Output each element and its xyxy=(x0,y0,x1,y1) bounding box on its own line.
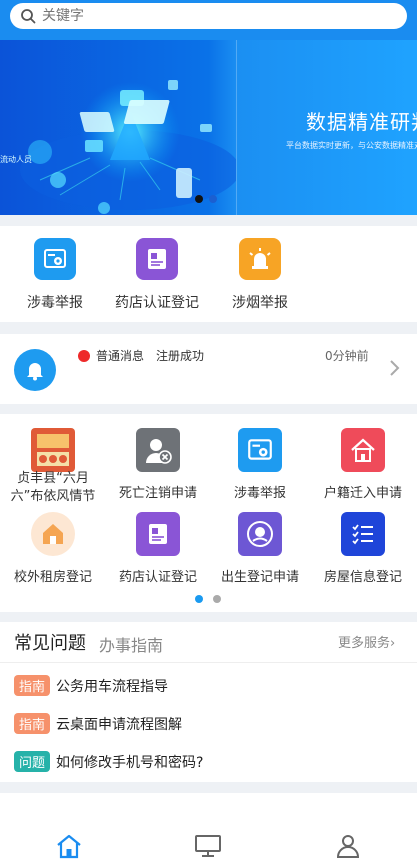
notice-message: 普通消息 注册成功 xyxy=(78,347,204,364)
banner-dot-1[interactable] xyxy=(195,195,203,203)
quick-service-label: 药店认证登记 xyxy=(115,295,199,311)
faq-tag: 指南 xyxy=(14,675,51,696)
camera-report-icon xyxy=(238,428,282,472)
search-bar[interactable] xyxy=(10,3,407,29)
id-card-icon xyxy=(136,512,180,556)
monitor-icon xyxy=(195,835,221,857)
grid-service-label: 死亡注销申请 xyxy=(118,486,197,501)
alarm-light-icon xyxy=(239,238,281,280)
id-card-icon xyxy=(136,238,178,280)
notice-card[interactable]: 普通消息 注册成功 0分钟前 xyxy=(0,334,417,404)
grid-service-house-info[interactable]: 房屋信息登记 xyxy=(311,512,415,585)
header-area: 流动人员 数据精准研判 平台数据实时更新，与公安数据精准对接 xyxy=(0,0,417,215)
grid-service-label: 贞丰县“六月六”布依风情节 xyxy=(10,471,96,504)
grid-service-pharmacy[interactable]: 药店认证登记 xyxy=(106,512,210,585)
quick-service-drug-report[interactable]: 涉毒举报 xyxy=(5,238,105,312)
faq-text: 云桌面申请流程图解 xyxy=(56,716,183,733)
faq-tag: 指南 xyxy=(14,713,51,734)
grid-service-rental[interactable]: 校外租房登记 xyxy=(1,512,105,585)
bell-icon xyxy=(14,349,56,391)
banner-subtext: 平台数据实时更新，与公安数据精准对接 xyxy=(286,141,417,150)
grid-dot-1[interactable] xyxy=(195,595,203,603)
faq-item[interactable]: 指南 公务用车流程指导 xyxy=(14,675,168,696)
person-cancel-icon xyxy=(136,428,180,472)
notice-time: 0分钟前 xyxy=(325,349,369,363)
grid-service-drug-report[interactable]: 涉毒举报 xyxy=(208,428,312,501)
banner-headline: 数据精准研判 xyxy=(306,110,417,134)
camera-report-icon xyxy=(34,238,76,280)
quick-service-tobacco-report[interactable]: 涉烟举报 xyxy=(210,238,310,312)
faq-section: 常见问题 办事指南 更多服务› 指南 公务用车流程指导 指南 云桌面申请流程图解… xyxy=(0,622,417,782)
banner-pagination[interactable] xyxy=(195,195,217,203)
quick-service-pharmacy[interactable]: 药店认证登记 xyxy=(107,238,207,312)
notice-text: 注册成功 xyxy=(156,349,205,363)
banner-illustration xyxy=(20,80,236,214)
grid-service-festival[interactable]: 贞丰县“六月六”布依风情节 xyxy=(1,428,105,506)
notice-type: 普通消息 xyxy=(96,349,145,363)
quick-services: 涉毒举报 药店认证登记 涉烟举报 xyxy=(0,226,417,322)
house-move-icon xyxy=(341,428,385,472)
user-icon xyxy=(336,835,360,858)
checklist-icon xyxy=(341,512,385,556)
grid-service-label: 药店认证登记 xyxy=(118,570,197,585)
tab-services[interactable] xyxy=(193,831,223,861)
unread-dot xyxy=(78,349,90,362)
faq-text: 公务用车流程指导 xyxy=(56,678,169,695)
more-services-link[interactable]: 更多服务› xyxy=(338,632,395,651)
banner-dot-2[interactable] xyxy=(209,195,217,203)
grid-service-label: 房屋信息登记 xyxy=(323,570,402,585)
faq-tag: 问题 xyxy=(14,751,51,772)
tab-guide[interactable]: 办事指南 xyxy=(99,632,163,656)
grid-service-label: 出生登记申请 xyxy=(220,570,299,585)
grid-service-death-cancel[interactable]: 死亡注销申请 xyxy=(106,428,210,501)
banner-side-label: 流动人员 xyxy=(0,155,32,164)
tab-home[interactable] xyxy=(54,831,84,861)
quick-service-label: 涉毒举报 xyxy=(27,295,83,311)
chevron-right-icon[interactable] xyxy=(388,359,400,377)
faq-text: 如何修改手机号和密码? xyxy=(56,754,204,771)
grid-pagination[interactable] xyxy=(195,595,221,603)
divider xyxy=(0,662,417,663)
tab-profile[interactable] xyxy=(333,831,363,861)
search-icon xyxy=(21,9,36,24)
grid-dot-2[interactable] xyxy=(213,595,221,603)
banner-divider xyxy=(236,40,237,215)
faq-item[interactable]: 指南 云桌面申请流程图解 xyxy=(14,713,182,734)
grid-service-label: 校外租房登记 xyxy=(13,570,92,585)
service-grid: 贞丰县“六月六”布依风情节 死亡注销申请 涉毒举报 户籍迁入申请 校外租房登记 … xyxy=(0,414,417,612)
quick-service-label: 涉烟举报 xyxy=(232,295,288,311)
search-input[interactable] xyxy=(42,8,342,24)
faq-item[interactable]: 问题 如何修改手机号和密码? xyxy=(14,751,203,772)
grid-service-birth[interactable]: 出生登记申请 xyxy=(208,512,312,585)
bottom-tab-bar xyxy=(0,793,417,866)
grid-service-label: 涉毒举报 xyxy=(233,486,286,501)
festival-poster-icon xyxy=(31,428,75,472)
rental-house-icon xyxy=(31,512,75,556)
baby-icon xyxy=(238,512,282,556)
home-icon xyxy=(57,834,81,859)
grid-service-household-move[interactable]: 户籍迁入申请 xyxy=(311,428,415,501)
grid-service-label: 户籍迁入申请 xyxy=(323,486,402,501)
banner-carousel[interactable]: 流动人员 数据精准研判 平台数据实时更新，与公安数据精准对接 xyxy=(0,40,417,215)
faq-title[interactable]: 常见问题 xyxy=(14,629,86,655)
